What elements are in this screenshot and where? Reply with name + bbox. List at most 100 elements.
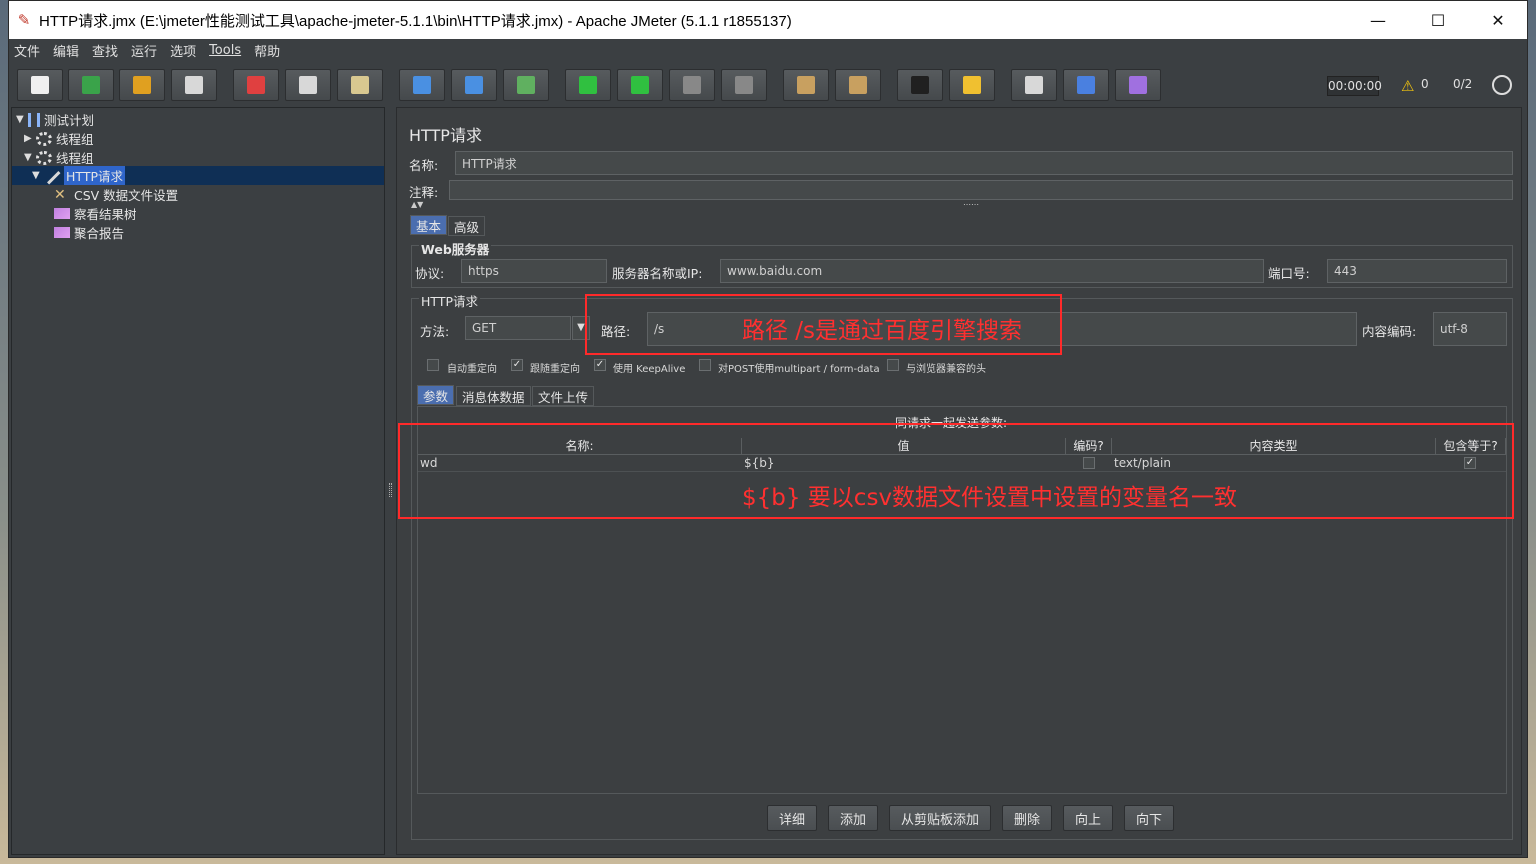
tree-node-thread-group-1[interactable]: ▶ 线程组: [24, 129, 94, 148]
browser-headers-checkbox[interactable]: [887, 359, 899, 371]
delete-button[interactable]: 删除: [1002, 805, 1052, 831]
move-up-button[interactable]: 向上: [1063, 805, 1113, 831]
panel-title: HTTP请求: [409, 126, 482, 145]
resize-grip-icon[interactable]: ⋯⋯: [963, 200, 979, 209]
toggle-button[interactable]: [503, 69, 549, 101]
save-button[interactable]: [171, 69, 217, 101]
menu-help[interactable]: 帮助: [254, 41, 280, 60]
warning-count: 0: [1421, 77, 1429, 91]
tab-basic[interactable]: 基本: [410, 215, 448, 235]
clear-all-icon: [849, 76, 867, 94]
keepalive-checkbox[interactable]: ✓: [594, 359, 606, 371]
shutdown-icon: [735, 76, 753, 94]
reset-search-button[interactable]: [949, 69, 995, 101]
templates-button[interactable]: [68, 69, 114, 101]
collapse-arrows-icon[interactable]: ▲▼: [411, 200, 423, 209]
tree-node-http-request[interactable]: ▼ HTTP请求: [12, 166, 384, 185]
copy-icon: [299, 76, 317, 94]
http-request-title: HTTP请求: [419, 291, 480, 310]
start-button[interactable]: [565, 69, 611, 101]
paste-button[interactable]: [337, 69, 383, 101]
warning-icon[interactable]: ⚠: [1401, 77, 1414, 95]
search-button[interactable]: [897, 69, 943, 101]
tab-file-upload[interactable]: 文件上传: [532, 386, 595, 406]
port-input[interactable]: 443: [1327, 259, 1507, 283]
help-button[interactable]: [1063, 69, 1109, 101]
tree-toggle-icon[interactable]: ▼: [32, 170, 44, 181]
cut-button[interactable]: [233, 69, 279, 101]
pipette-icon: [43, 167, 61, 184]
collapse-button[interactable]: [451, 69, 497, 101]
stop-icon: [683, 76, 701, 94]
browser-headers-label: 与浏览器兼容的头: [906, 364, 986, 375]
tree-toggle-icon[interactable]: ▶: [24, 133, 36, 144]
tab-parameters[interactable]: 参数: [417, 385, 455, 405]
tree-node-thread-group-2[interactable]: ▼ 线程组: [24, 148, 94, 167]
stop-button[interactable]: [669, 69, 715, 101]
multipart-checkbox[interactable]: [699, 359, 711, 371]
menu-edit[interactable]: 编辑: [53, 41, 79, 60]
new-icon: [31, 76, 49, 94]
tree-node-csv-data-set[interactable]: ✕ CSV 数据文件设置: [54, 185, 178, 204]
method-select[interactable]: GET: [465, 316, 571, 340]
split-pane-divider[interactable]: [387, 107, 395, 855]
menu-tools[interactable]: Tools: [209, 43, 241, 58]
detail-button[interactable]: 详细: [767, 805, 817, 831]
menu-file[interactable]: 文件: [14, 41, 40, 60]
expand-button[interactable]: [399, 69, 445, 101]
remote-globe-icon[interactable]: [1492, 75, 1512, 95]
tab-advanced[interactable]: 高级: [448, 216, 486, 236]
minimize-button[interactable]: —: [1349, 1, 1407, 39]
path-annotation-text: 路径 /s是通过百度引擎搜索: [742, 318, 1023, 344]
maximize-button[interactable]: ☐: [1409, 1, 1467, 39]
collapse-icon: [465, 76, 483, 94]
comment-input[interactable]: [449, 180, 1513, 200]
add-button[interactable]: 添加: [828, 805, 878, 831]
toolbar: 00:00:00 ⚠ 0 0/2: [9, 63, 1527, 107]
function-helper-button[interactable]: [1011, 69, 1057, 101]
remote-icon: [1129, 76, 1147, 94]
menu-run[interactable]: 运行: [131, 41, 157, 60]
function-helper-icon: [1025, 76, 1043, 94]
menu-options[interactable]: 选项: [170, 41, 196, 60]
tree-node-view-results-tree[interactable]: 察看结果树: [54, 204, 137, 223]
name-input[interactable]: HTTP请求: [455, 151, 1513, 175]
add-from-clipboard-button[interactable]: 从剪贴板添加: [889, 805, 991, 831]
multipart-label: 对POST使用multipart / form-data: [718, 364, 880, 375]
shutdown-button[interactable]: [721, 69, 767, 101]
menu-search[interactable]: 查找: [92, 41, 118, 60]
server-input[interactable]: www.baidu.com: [720, 259, 1264, 283]
search-icon: [911, 76, 929, 94]
port-label: 端口号:: [1268, 266, 1310, 281]
tree-toggle-icon[interactable]: ▼: [24, 152, 36, 163]
auto-redirect-checkbox[interactable]: [427, 359, 439, 371]
start-icon: [579, 76, 597, 94]
remote-button[interactable]: [1115, 69, 1161, 101]
copy-button[interactable]: [285, 69, 331, 101]
new-button[interactable]: [17, 69, 63, 101]
protocol-label: 协议:: [415, 266, 445, 281]
close-button[interactable]: ✕: [1469, 1, 1527, 39]
protocol-input[interactable]: https: [461, 259, 607, 283]
start-no-pause-icon: [631, 76, 649, 94]
active-threads: 0/2: [1453, 77, 1473, 91]
clear-button[interactable]: [783, 69, 829, 101]
start-no-pause-button[interactable]: [617, 69, 663, 101]
tree-toggle-icon[interactable]: ▼: [16, 114, 28, 125]
web-server-title: Web服务器: [419, 239, 492, 258]
keepalive-label: 使用 KeepAlive: [613, 364, 686, 375]
tab-body-data[interactable]: 消息体数据: [456, 386, 531, 406]
tree-node-test-plan[interactable]: ▼ 测试计划: [16, 110, 94, 129]
open-button[interactable]: [119, 69, 165, 101]
templates-icon: [82, 76, 100, 94]
test-plan-icon: [28, 112, 40, 127]
method-label: 方法:: [420, 324, 450, 339]
clear-all-button[interactable]: [835, 69, 881, 101]
title-bar: ✎ HTTP请求.jmx (E:\jmeter性能测试工具\apache-jme…: [9, 1, 1527, 39]
menu-bar: 文件 编辑 查找 运行 选项 Tools 帮助: [9, 39, 1527, 61]
elapsed-timer: 00:00:00: [1327, 76, 1382, 96]
tree-node-aggregate-report[interactable]: 聚合报告: [54, 223, 124, 242]
follow-redirect-checkbox[interactable]: ✓: [511, 359, 523, 371]
move-down-button[interactable]: 向下: [1124, 805, 1174, 831]
encoding-input[interactable]: utf-8: [1433, 312, 1507, 346]
